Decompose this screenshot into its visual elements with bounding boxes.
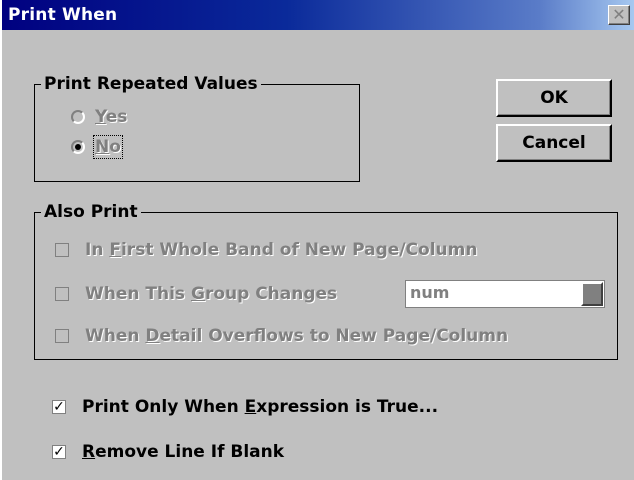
also-print-legend: Also Print	[41, 201, 141, 223]
print-only-when-expression-row[interactable]: ✓ Print Only When Expression is True...	[52, 397, 438, 417]
first-whole-band-label: In First Whole Band of New Page/Column	[85, 240, 478, 260]
radio-yes-circle[interactable]	[71, 110, 85, 124]
radio-no[interactable]: No	[71, 135, 123, 159]
check-mark-icon: ✓	[53, 444, 65, 460]
radio-no-label: No	[93, 135, 123, 159]
window-title: Print When	[8, 5, 118, 25]
radio-no-circle[interactable]	[71, 140, 85, 154]
remove-line-if-blank-checkbox[interactable]: ✓	[52, 445, 66, 459]
group-select[interactable]: num	[405, 280, 605, 308]
group-changes-label: When This Group Changes	[85, 284, 338, 304]
print-only-when-expression-checkbox[interactable]: ✓	[52, 400, 66, 414]
group-changes-checkbox[interactable]	[55, 287, 69, 301]
ok-button-label: OK	[540, 88, 568, 108]
group-select-dropdown-button[interactable]	[581, 282, 603, 306]
also-print-group: Also Print In First Whole Band of New Pa…	[34, 201, 618, 360]
check-mark-icon: ✓	[53, 399, 65, 415]
radio-yes[interactable]: Yes	[71, 107, 127, 127]
cancel-button-label: Cancel	[522, 133, 586, 153]
close-icon: ✕	[612, 5, 626, 24]
print-repeated-values-legend: Print Repeated Values	[41, 73, 261, 95]
detail-overflows-row[interactable]: When Detail Overflows to New Page/Column	[55, 326, 508, 346]
remove-line-if-blank-row[interactable]: ✓ Remove Line If Blank	[52, 442, 284, 462]
remove-line-if-blank-label: Remove Line If Blank	[82, 442, 285, 462]
ok-button[interactable]: OK	[496, 79, 612, 117]
first-whole-band-row[interactable]: In First Whole Band of New Page/Column	[55, 240, 477, 260]
first-whole-band-checkbox[interactable]	[55, 243, 69, 257]
group-select-value: num	[410, 283, 450, 302]
title-bar[interactable]: Print When ✕	[2, 0, 634, 30]
cancel-button[interactable]: Cancel	[496, 124, 612, 162]
close-button[interactable]: ✕	[608, 5, 630, 25]
detail-overflows-checkbox[interactable]	[55, 329, 69, 343]
print-repeated-values-group: Print Repeated Values Yes No	[34, 73, 360, 182]
radio-yes-label: Yes	[95, 107, 128, 127]
group-changes-row[interactable]: When This Group Changes	[55, 284, 337, 304]
print-when-dialog: Print When ✕ Print Repeated Values Yes N…	[0, 0, 634, 480]
detail-overflows-label: When Detail Overflows to New Page/Column	[85, 326, 509, 346]
print-only-when-expression-label: Print Only When Expression is True...	[82, 397, 439, 417]
